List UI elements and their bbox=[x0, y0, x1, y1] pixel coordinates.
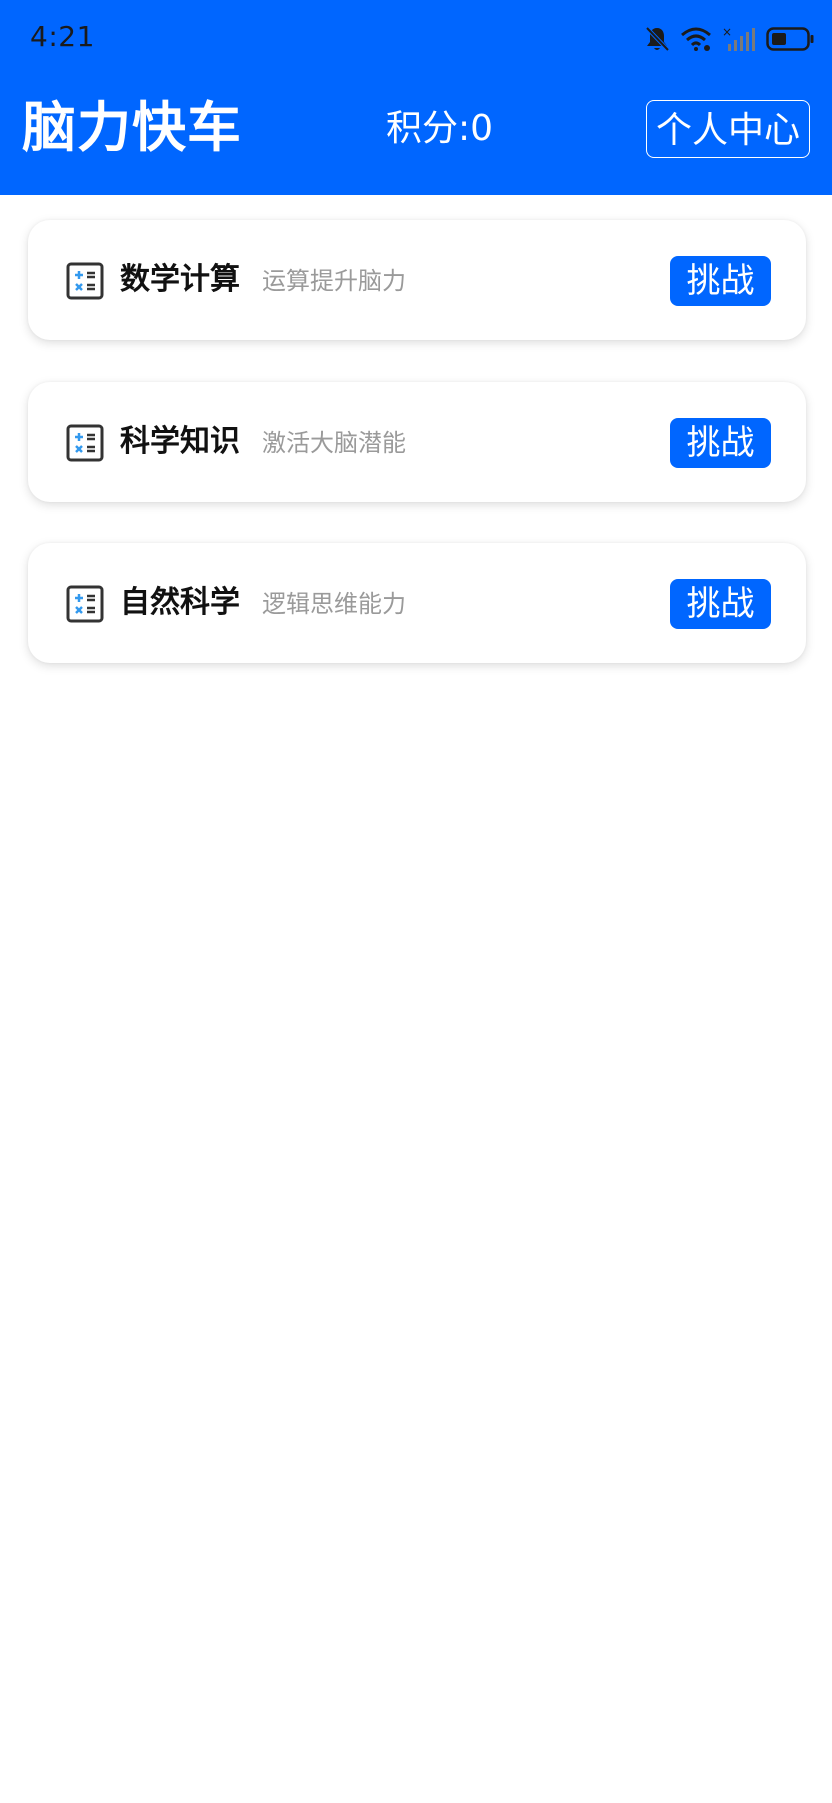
score-label: 积分:0 bbox=[386, 108, 494, 149]
challenge-button[interactable]: 挑战 bbox=[670, 256, 771, 306]
signal-off-icon: × bbox=[722, 26, 755, 51]
challenge-button[interactable]: 挑战 bbox=[670, 418, 771, 468]
calculator-icon bbox=[66, 262, 104, 300]
category-card[interactable]: 科学知识 激活大脑潜能 挑战 bbox=[28, 382, 806, 502]
category-subtitle: 逻辑思维能力 bbox=[262, 590, 406, 618]
status-bar: 4:21 × bbox=[0, 0, 832, 64]
calculator-icon bbox=[66, 585, 104, 623]
svg-text:×: × bbox=[722, 26, 732, 39]
wifi-icon bbox=[681, 27, 711, 51]
app-header: 脑力快车 积分:0 个人中心 bbox=[0, 64, 832, 195]
battery-icon bbox=[766, 27, 814, 51]
status-icons: × bbox=[644, 22, 814, 56]
challenge-button[interactable]: 挑战 bbox=[670, 579, 771, 629]
category-title: 数学计算 bbox=[120, 262, 240, 297]
category-card[interactable]: 数学计算 运算提升脑力 挑战 bbox=[28, 220, 806, 340]
category-title: 自然科学 bbox=[120, 585, 240, 620]
status-time: 4:21 bbox=[30, 20, 95, 53]
app-title: 脑力快车 bbox=[22, 96, 242, 159]
category-title: 科学知识 bbox=[120, 424, 240, 459]
profile-center-button[interactable]: 个人中心 bbox=[646, 100, 810, 158]
category-subtitle: 激活大脑潜能 bbox=[262, 429, 406, 457]
category-subtitle: 运算提升脑力 bbox=[262, 267, 406, 295]
bell-off-icon bbox=[645, 26, 670, 52]
calculator-icon bbox=[66, 424, 104, 462]
category-card[interactable]: 自然科学 逻辑思维能力 挑战 bbox=[28, 543, 806, 663]
